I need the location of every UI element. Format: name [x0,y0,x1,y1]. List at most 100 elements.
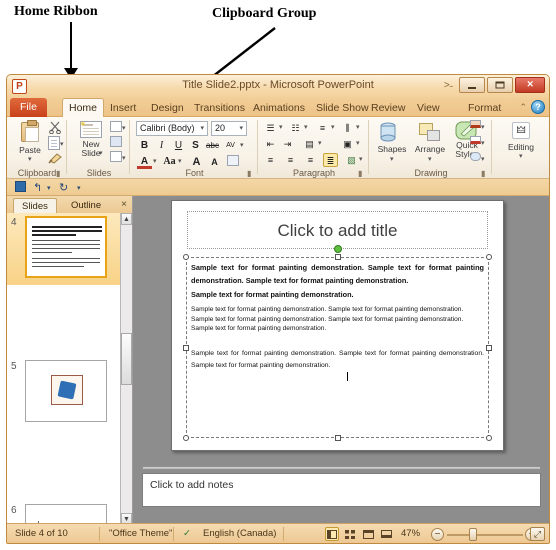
collapse-ribbon-icon[interactable]: ˃˗ [444,80,453,91]
numbering-button[interactable]: ☷ [288,121,303,135]
paste-caret-icon[interactable]: ▾ [28,155,32,163]
zoom-slider-track[interactable] [447,534,523,536]
bold-button[interactable]: B [137,139,152,153]
editing-caret-icon[interactable]: ▾ [519,152,523,160]
customize-qat-icon[interactable]: ▾ [77,184,81,192]
columns-button[interactable]: ▤ [302,137,317,151]
tab-animations[interactable]: Animations [247,99,311,117]
zoom-slider-knob[interactable] [469,528,477,541]
thumbnail-slide-4[interactable]: 4 [7,213,120,285]
font-dialog-launcher[interactable]: ▮ [247,169,256,178]
copy-caret-icon[interactable]: ▾ [60,140,64,148]
layout-caret-icon[interactable]: ▾ [122,124,126,132]
section-caret-icon[interactable]: ▾ [122,154,126,162]
font-name-combo[interactable]: Calibri (Body) ▾ [136,121,208,136]
align-text-button[interactable]: ▣ [340,137,355,151]
current-slide[interactable]: Click to add title Sample text for forma… [171,200,504,451]
shape-outline-caret-icon[interactable]: ▾ [481,139,485,147]
clipboard-dialog-launcher[interactable]: ▮ [56,169,65,178]
resize-handle-br[interactable] [486,435,492,441]
notes-splitter[interactable] [142,466,541,470]
resize-handle-tc[interactable] [334,254,341,260]
justify-button[interactable]: ≣ [323,153,338,167]
resize-handle-mr[interactable] [486,344,492,351]
text-direction-button[interactable]: ⫼ [340,121,355,135]
bullets-caret-icon[interactable]: ▾ [279,123,283,131]
tab-review[interactable]: Review [365,99,411,117]
tab-slides[interactable]: Slides [13,198,57,213]
rotation-handle[interactable] [333,245,342,253]
save-button[interactable] [15,181,26,195]
scroll-up-icon[interactable]: ▲ [121,213,132,225]
shape-outline-button[interactable]: ▾ [470,136,486,149]
text-direction-caret-icon[interactable]: ▾ [356,123,360,131]
align-center-button[interactable]: ≡ [283,153,298,167]
tab-file[interactable]: File [10,98,47,117]
resize-handle-tl[interactable] [183,254,189,260]
clear-formatting-button[interactable] [227,155,242,168]
convert-to-smartart-button[interactable]: ▧ [344,153,359,167]
font-size-caret-icon[interactable]: ▾ [239,122,243,135]
decrease-indent-button[interactable]: ⇤ [263,137,278,151]
slide-show-button[interactable] [379,527,393,541]
layout-button[interactable]: ▾ [110,121,126,134]
title-placeholder[interactable]: Click to add title [187,211,488,249]
align-right-button[interactable]: ≡ [303,153,318,167]
tab-format[interactable]: Format [462,99,507,117]
shape-fill-button[interactable]: ▾ [470,120,486,133]
reading-view-button[interactable] [361,527,375,541]
help-icon[interactable]: ? [531,100,545,114]
resize-handle-ml[interactable] [183,344,189,351]
shape-fill-caret-icon[interactable]: ▾ [481,123,485,131]
thumbnail-slide-6[interactable]: 6 [7,501,120,525]
character-spacing-caret-icon[interactable]: ▾ [240,141,244,149]
character-spacing-button[interactable]: AV [223,139,238,153]
shapes-caret-icon[interactable]: ▾ [390,155,394,163]
tab-view[interactable]: View [411,99,446,117]
slide-sorter-button[interactable] [343,527,357,541]
undo-button[interactable]: ↰ [33,181,42,194]
arrange-caret-icon[interactable]: ▾ [428,155,432,163]
font-name-caret-icon[interactable]: ▾ [200,122,204,135]
fit-to-window-button[interactable]: ⤢ [530,527,545,541]
change-case-button[interactable]: Aa [162,155,177,169]
notes-placeholder[interactable]: Click to add notes [142,473,541,507]
smartart-caret-icon[interactable]: ▾ [359,155,363,163]
spellcheck-icon[interactable]: ✓ [183,528,191,539]
redo-button[interactable]: ↻ [59,181,68,194]
font-size-combo[interactable]: 20 ▾ [211,121,247,136]
body-placeholder[interactable]: Sample text for format painting demonstr… [183,254,492,441]
columns-caret-icon[interactable]: ▾ [318,139,322,147]
strikethrough-button[interactable]: abc [205,139,220,153]
tab-transitions[interactable]: Transitions [188,99,251,117]
increase-indent-button[interactable]: ⇥ [280,137,295,151]
paragraph-dialog-launcher[interactable]: ▮ [358,169,367,178]
shape-effects-caret-icon[interactable]: ▾ [481,155,485,163]
theme-label[interactable]: "Office Theme" [109,528,172,539]
maximize-button[interactable] [487,77,513,93]
change-case-caret-icon[interactable]: ▾ [178,157,182,165]
underline-button[interactable]: U [171,139,186,153]
tab-outline[interactable]: Outline [63,198,109,213]
align-text-caret-icon[interactable]: ▾ [356,139,360,147]
grow-font-button[interactable]: A [189,155,204,169]
close-pane-icon[interactable]: × [121,199,127,210]
format-painter-button[interactable] [48,151,64,164]
font-color-caret-icon[interactable]: ▾ [153,157,157,165]
tab-insert[interactable]: Insert [104,99,142,117]
new-slide-caret-icon[interactable]: ▾ [99,149,103,157]
thumbnail-list[interactable]: 4 5 6 [7,213,120,525]
text-shadow-button[interactable]: S [188,139,203,153]
italic-button[interactable]: I [154,139,169,153]
shape-effects-button[interactable]: ▾ [470,152,486,165]
copy-button[interactable]: ▾ [48,136,64,150]
minimize-button[interactable] [459,77,485,93]
minimize-ribbon-icon[interactable]: ⌃ [519,102,527,113]
bullets-button[interactable]: ☰ [263,121,278,135]
zoom-level-label[interactable]: 47% [401,528,420,539]
normal-view-button[interactable] [325,527,339,541]
shrink-font-button[interactable]: A [207,155,222,169]
tab-design[interactable]: Design [145,99,190,117]
zoom-out-button[interactable]: − [431,528,444,541]
resize-handle-bc[interactable] [334,435,341,441]
